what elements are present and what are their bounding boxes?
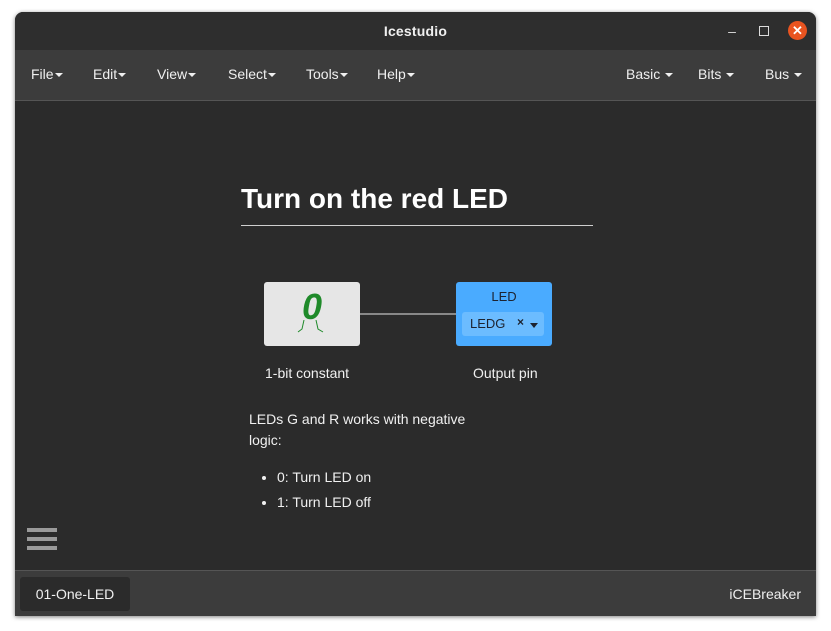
constant-block[interactable]: 0 [264,282,360,346]
menu-edit-label: Edit [93,66,118,82]
menu-basic[interactable]: Basic [626,66,674,82]
constant-legs-icon [297,320,324,333]
chevron-down-icon [726,73,735,78]
design-heading[interactable]: Turn on the red LED [241,183,593,226]
menu-basic-label: Basic [626,66,661,82]
menu-view-label: View [157,66,188,82]
output-pin-block[interactable]: LED LEDG × [456,282,552,346]
menu-help-label: Help [377,66,406,82]
menu-bus-label: Bus [765,66,790,82]
close-icon[interactable]: ✕ [788,21,807,40]
minimize-icon[interactable]: – [722,21,742,41]
menu-icon[interactable] [27,528,57,556]
menu-bits[interactable]: Bits [698,66,735,82]
menu-bar: File Edit View Select Tools Help Basic B… [15,50,816,101]
maximize-icon[interactable] [754,21,774,41]
chevron-down-icon [794,73,803,78]
list-item: 0: Turn LED on [277,467,479,488]
menu-bus[interactable]: Bus [765,66,803,82]
menu-file-label: File [31,66,54,82]
pin-select-value: LEDG [470,316,506,331]
chevron-down-icon [188,73,197,78]
app-window: Icestudio – ✕ File Edit View Select Tool… [15,12,816,616]
menu-tools-label: Tools [306,66,339,82]
chevron-down-icon [267,73,276,78]
note-list: 0: Turn LED on 1: Turn LED off [249,467,479,513]
constant-block-caption: 1-bit constant [265,365,350,381]
menu-bits-label: Bits [698,66,722,82]
wire-connection[interactable] [360,313,456,315]
menu-edit[interactable]: Edit [93,66,127,82]
menu-select[interactable]: Select [228,66,276,82]
title-bar: Icestudio – ✕ [15,12,816,50]
clear-icon[interactable]: × [517,315,524,329]
menu-view[interactable]: View [157,66,197,82]
chevron-down-icon[interactable] [530,323,538,328]
info-note[interactable]: LEDs G and R works with negative logic: … [249,409,479,517]
window-title: Icestudio [383,23,448,39]
menu-file[interactable]: File [31,66,63,82]
design-canvas[interactable]: Turn on the red LED 0 LED LEDG × 1-bit c… [15,101,816,570]
status-bar: 01-One-LED iCEBreaker [15,570,816,616]
chevron-down-icon [118,73,127,78]
chevron-down-icon [54,73,63,78]
note-text: LEDs G and R works with negative logic: [249,411,466,448]
menu-select-label: Select [228,66,267,82]
chevron-down-icon [665,73,674,78]
output-block-caption: Output pin [473,365,538,381]
chevron-down-icon [339,73,348,78]
tab-design[interactable]: 01-One-LED [20,577,130,611]
menu-tools[interactable]: Tools [306,66,348,82]
pin-select[interactable]: LEDG × [462,312,544,336]
menu-help[interactable]: Help [377,66,415,82]
board-name: iCEBreaker [729,586,801,602]
output-pin-name: LED [491,289,517,304]
chevron-down-icon [406,73,415,78]
list-item: 1: Turn LED off [277,492,479,513]
